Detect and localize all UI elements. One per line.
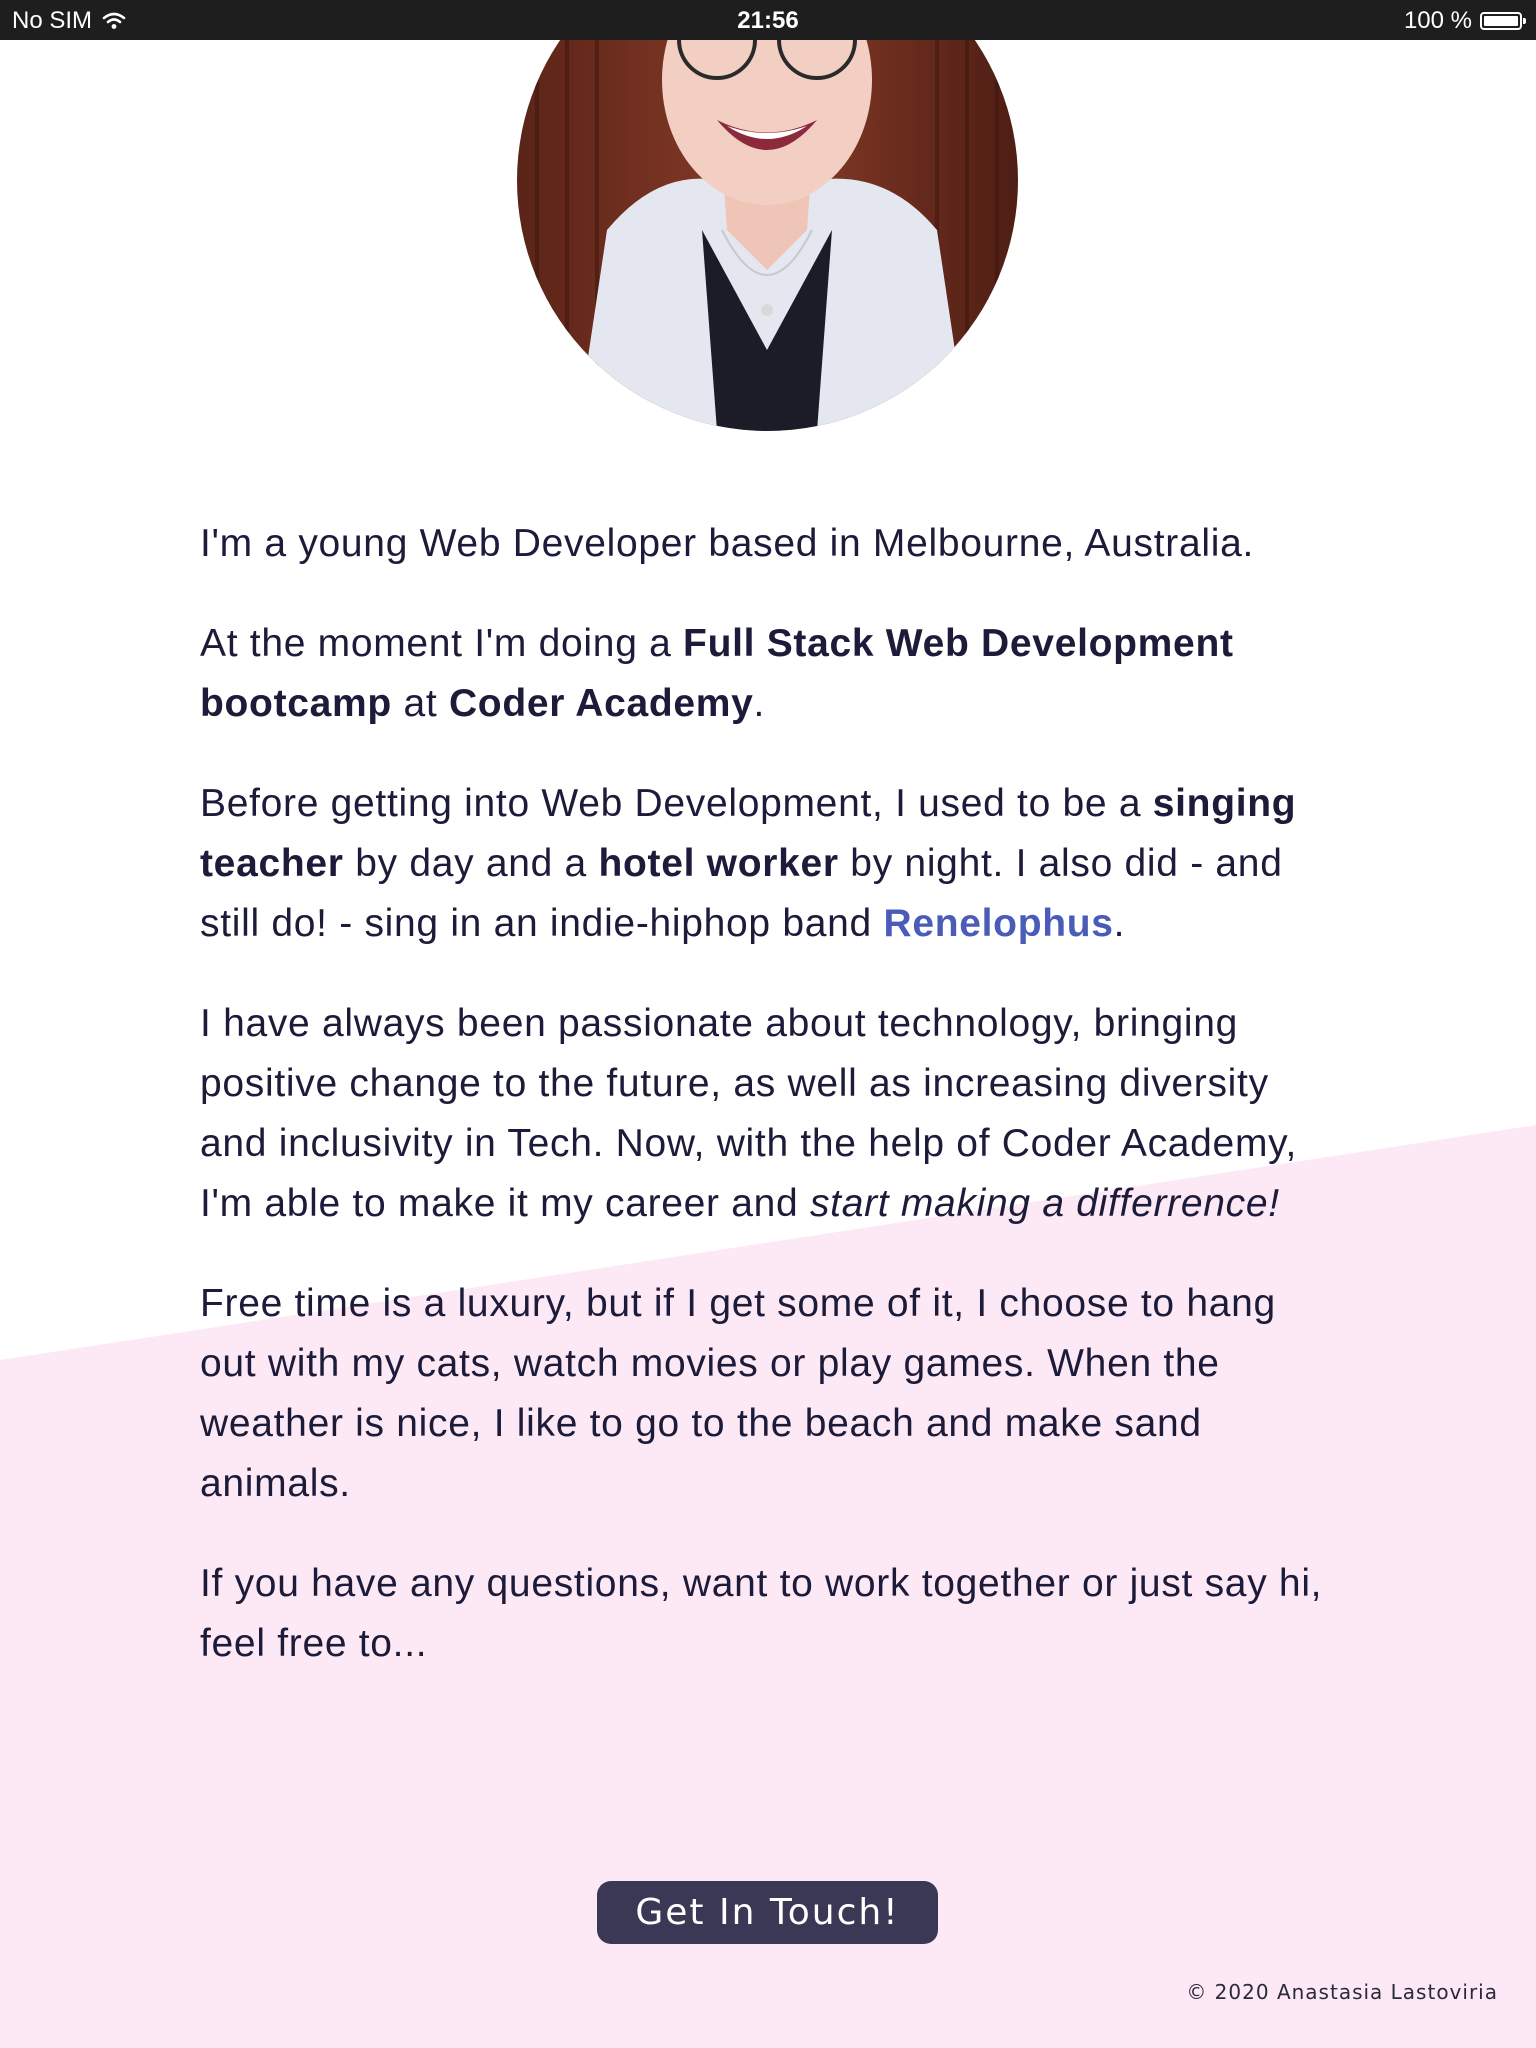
get-in-touch-button[interactable]: Get In Touch! xyxy=(597,1881,938,1944)
background-text: by day and a xyxy=(343,842,599,885)
battery-icon xyxy=(1480,12,1526,30)
job-hotel-worker: hotel worker xyxy=(598,842,839,885)
status-bar: No SIM 21:56 100 % xyxy=(0,0,1536,40)
about-text: I'm a young Web Developer based in Melbo… xyxy=(200,514,1340,1714)
copyright-footer: © 2020 Anastasia Lastoviria xyxy=(1186,1980,1498,2004)
clock: 21:56 xyxy=(737,7,799,34)
background-paragraph: Before getting into Web Development, I u… xyxy=(200,774,1340,954)
bootcamp-text: At the moment I'm doing a xyxy=(200,622,684,665)
band-link[interactable]: Renelophus xyxy=(883,902,1113,945)
passion-paragraph: I have always been passionate about tech… xyxy=(200,994,1340,1234)
bootcamp-text: at xyxy=(391,682,449,725)
bootcamp-paragraph: At the moment I'm doing a Full Stack Web… xyxy=(200,614,1340,734)
school-name: Coder Academy xyxy=(448,682,754,725)
free-time-paragraph: Free time is a luxury, but if I get some… xyxy=(200,1282,1276,1505)
background-text: . xyxy=(1113,902,1126,945)
contact-paragraph: If you have any questions, want to work … xyxy=(200,1562,1323,1665)
bootcamp-text: . xyxy=(753,682,766,725)
background-text: Before getting into Web Development, I u… xyxy=(200,782,1153,825)
battery-indicator: 100 % xyxy=(1403,7,1526,35)
battery-label: 100 % xyxy=(1403,7,1472,34)
passion-emphasis: start making a differrence! xyxy=(809,1182,1280,1225)
intro-paragraph: I'm a young Web Developer based in Melbo… xyxy=(200,522,1254,565)
